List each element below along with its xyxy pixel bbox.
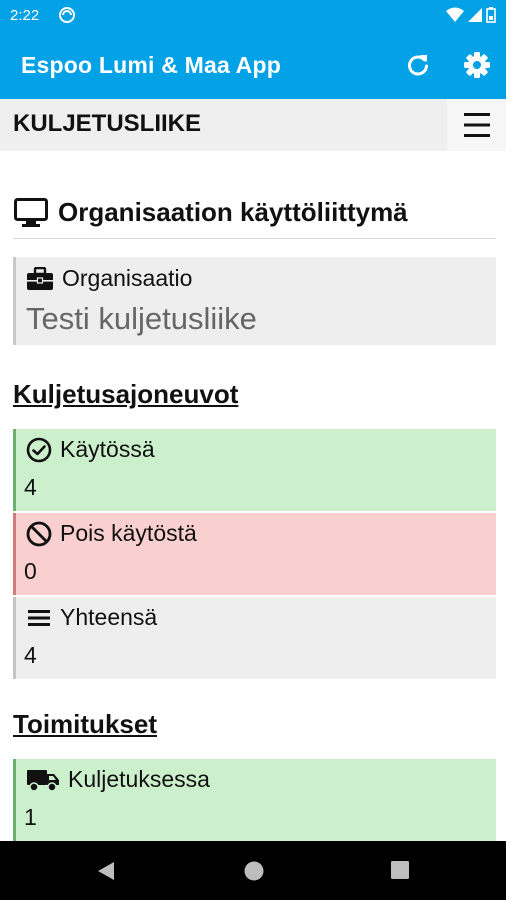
page-heading-text: Organisaation käyttöliittymä: [58, 197, 408, 227]
briefcase-icon: [27, 266, 53, 290]
vehicles-out-of-use-label-row: Pois käytöstä: [26, 520, 197, 547]
refresh-icon: [408, 55, 428, 76]
settings-button[interactable]: [461, 49, 493, 81]
vehicles-in-use-value: 4: [24, 474, 37, 500]
system-navigation-bar: [0, 841, 506, 900]
vehicles-in-use-card: Käytössä 4: [13, 429, 496, 511]
organization-value: Testi kuljetusliike: [26, 301, 257, 336]
app-bar: Espoo Lumi & Maa App: [0, 32, 506, 99]
vehicles-total-card: Yhteensä 4: [13, 597, 496, 679]
organization-label: Organisaatio: [62, 265, 193, 291]
signal-icon: [468, 8, 482, 22]
deliveries-in-transit-card: Kuljetuksessa 1: [13, 759, 496, 841]
home-icon[interactable]: [243, 860, 265, 882]
do-not-disturb-icon: [58, 6, 76, 29]
ban-icon: [26, 521, 52, 546]
vehicles-total-value: 4: [24, 642, 37, 668]
vehicles-in-use-label-row: Käytössä: [26, 436, 155, 463]
monitor-icon: [14, 197, 48, 227]
vehicles-heading: Kuljetusajoneuvot: [13, 379, 239, 409]
refresh-button[interactable]: [402, 49, 434, 81]
vehicles-out-of-use-label: Pois käytöstä: [60, 520, 197, 546]
app-title: Espoo Lumi & Maa App: [21, 52, 281, 78]
page-heading: Organisaation käyttöliittymä: [14, 197, 408, 228]
vehicles-out-of-use-value: 0: [24, 558, 37, 584]
back-icon[interactable]: [96, 860, 116, 882]
vehicles-out-of-use-card: Pois käytöstä 0: [13, 513, 496, 595]
status-time: 2:22: [10, 7, 40, 24]
vehicles-total-label-row: Yhteensä: [26, 604, 157, 631]
organization-card: Organisaatio Testi kuljetusliike: [13, 257, 496, 345]
recent-apps-icon[interactable]: [390, 860, 410, 880]
deliveries-in-transit-value: 1: [24, 804, 37, 830]
heading-divider: [13, 238, 496, 239]
list-icon: [28, 609, 50, 626]
check-circle-icon: [26, 437, 52, 462]
wifi-icon: [446, 7, 464, 22]
deliveries-heading: Toimitukset: [13, 709, 157, 739]
deliveries-in-transit-label-row: Kuljetuksessa: [26, 766, 210, 793]
organization-label-row: Organisaatio: [26, 265, 192, 292]
gear-icon: [464, 52, 490, 78]
main-content: Organisaation käyttöliittymä Organisaati…: [0, 151, 506, 841]
menu-button[interactable]: [447, 99, 506, 151]
vehicles-total-label: Yhteensä: [60, 604, 158, 630]
vehicles-in-use-label: Käytössä: [60, 436, 155, 462]
deliveries-in-transit-label: Kuljetuksessa: [68, 766, 210, 792]
truck-icon: [27, 769, 59, 792]
system-icons: [446, 7, 496, 23]
section-title: KULJETUSLIIKE: [13, 110, 202, 137]
section-header: KULJETUSLIIKE: [0, 99, 506, 151]
status-bar: 2:22: [0, 0, 506, 32]
battery-icon: [486, 7, 496, 23]
hamburger-menu-icon: [464, 113, 490, 137]
